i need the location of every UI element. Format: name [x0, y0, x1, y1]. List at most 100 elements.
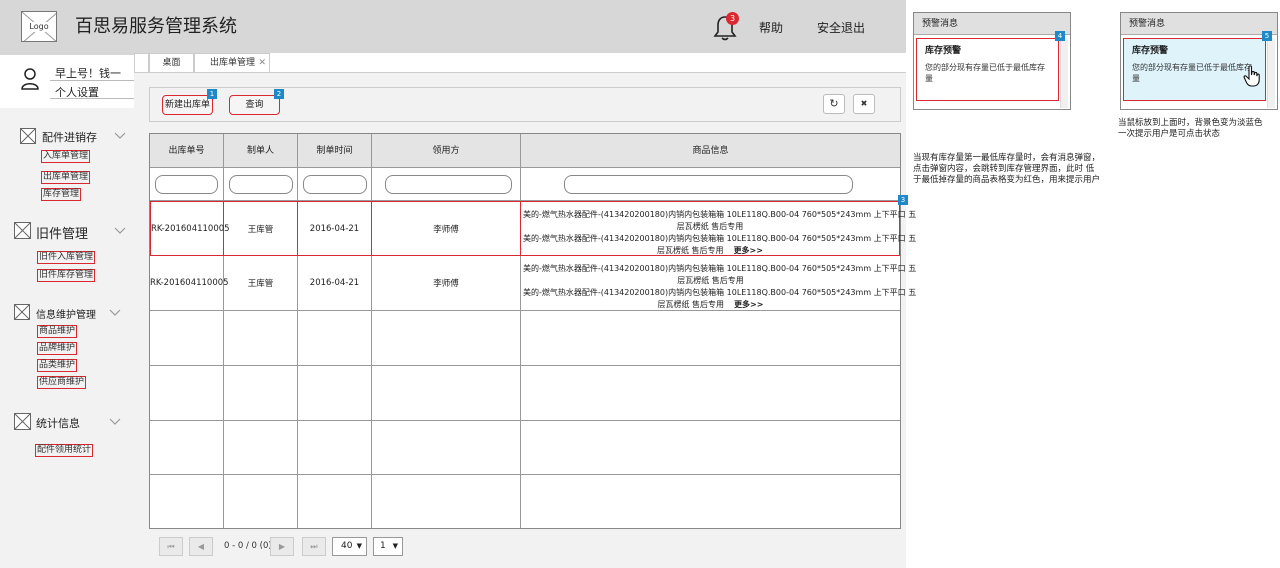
- filter-date-input[interactable]: [303, 175, 367, 194]
- popup-message-card[interactable]: 库存预警 您的部分现有存量已低于最低库存量: [916, 38, 1059, 101]
- user-greeting: 早上号！钱一: [55, 67, 121, 80]
- empty-cell: [150, 475, 224, 528]
- logout-link[interactable]: 安全退出: [817, 19, 865, 36]
- tab-outbound-orders[interactable]: 出库单管理 ✕: [194, 53, 270, 72]
- sidebar-item-inbound-orders[interactable]: 入库单管理: [41, 150, 91, 163]
- column-header-date[interactable]: 制单时间: [298, 134, 372, 168]
- sidebar-item-parts-usage-stats[interactable]: 配件领用统计: [35, 444, 94, 457]
- close-icon[interactable]: ✕: [258, 54, 266, 73]
- sidebar: 早上号！钱一 个人设置 配件进销存 入库单管理 出库单管理 库存管理 旧件管理 …: [0, 55, 134, 568]
- receiver: 李师傅: [433, 224, 459, 235]
- annotation-badge: 3: [898, 195, 908, 205]
- date: 2016-04-21: [309, 223, 360, 234]
- prev-page-button[interactable]: ◀: [189, 537, 213, 556]
- table-row[interactable]: RK-201604110005 王库管 2016-04-21 李师傅 美的-燃气…: [150, 195, 916, 256]
- filter-cell: [298, 168, 372, 201]
- product-info-line: 美的-燃气热水器配件-(413420200180)内销内包装箱箱 10LE118…: [523, 264, 917, 273]
- popup-scrollbar[interactable]: [1060, 38, 1068, 108]
- empty-cell: [372, 475, 521, 528]
- more-link[interactable]: 更多>>: [734, 300, 763, 309]
- hand-pointer-icon: [1243, 65, 1260, 87]
- filter-receiver-input[interactable]: [385, 175, 512, 194]
- popup-title: 库存预警: [1132, 46, 1169, 56]
- receiver: 李师傅: [433, 279, 459, 289]
- filter-product-info-input[interactable]: [564, 175, 853, 194]
- sidebar-item-suppliers[interactable]: 供应商维护: [37, 376, 87, 389]
- column-header-creator[interactable]: 制单人: [224, 134, 298, 168]
- more-link[interactable]: 更多>>: [734, 246, 763, 255]
- menu-group-info-maintenance[interactable]: 信息维护管理: [14, 304, 125, 324]
- sidebar-item-categories[interactable]: 品类维护: [37, 359, 78, 372]
- column-header-product-info[interactable]: 商品信息: [521, 134, 900, 168]
- notification-badge: 3: [726, 12, 739, 25]
- cell-product-info: 美的-燃气热水器配件-(413420200180)内销内包装箱箱 10LE118…: [521, 201, 916, 256]
- logo: Logo: [21, 11, 57, 42]
- filter-creator-input[interactable]: [229, 175, 293, 194]
- empty-cell: [372, 311, 521, 366]
- menu-placeholder-icon: [14, 413, 31, 430]
- sidebar-item-used-inbound[interactable]: 旧件入库管理: [37, 251, 96, 264]
- user-panel: 早上号！钱一 个人设置: [0, 55, 134, 108]
- filter-cell: [372, 168, 521, 201]
- empty-cell: [298, 311, 372, 366]
- note-line: 当鼠标放到上面时，背景色变为淡蓝色: [1118, 118, 1263, 128]
- menu-group-title: 信息维护管理: [36, 310, 96, 321]
- next-page-button[interactable]: ▶: [270, 537, 294, 556]
- product-info-line-text: 层瓦楞纸 售后专用: [657, 300, 725, 309]
- sidebar-item-used-stock[interactable]: 旧件库存管理: [37, 269, 96, 282]
- alert-note: 当现有库存量第一最低库存量时，会有消息弹窗， 点击弹窗内容，会跳转到库存管理界面…: [913, 153, 1100, 186]
- sidebar-item-products[interactable]: 商品维护: [37, 325, 78, 338]
- chevron-down-icon: [114, 227, 126, 234]
- page-size-select[interactable]: 40 ▼: [332, 537, 367, 556]
- outbound-orders-table: 出库单号 制单人 制单时间 领用方 商品信息 RK-201604110005 王…: [149, 133, 917, 529]
- filter-order-no-input[interactable]: [155, 175, 218, 194]
- menu-group-parts-inventory[interactable]: 配件进销存: [20, 127, 126, 147]
- last-page-button[interactable]: ⏭: [302, 537, 326, 556]
- table-row[interactable]: RK-201604110005 王库管 2016-04-21 李师傅 美的-燃气…: [150, 256, 917, 311]
- empty-cell: [224, 421, 298, 475]
- tab-desktop[interactable]: 桌面: [149, 53, 194, 72]
- query-button[interactable]: 查询: [229, 95, 280, 115]
- first-page-button[interactable]: ⏮: [159, 537, 183, 556]
- empty-cell: [521, 311, 900, 366]
- alert-popup-normal: 预警消息 库存预警 您的部分现有存量已低于最低库存量 4: [913, 12, 1071, 110]
- creator: 王库管: [247, 224, 274, 235]
- note-line: 于最低掉存量的商品表格变为红色，用来提示用户: [913, 175, 1101, 185]
- note-line: 点击弹窗内容，会跳转到库存管理界面，此时 低: [913, 164, 1095, 174]
- menu-group-used-parts[interactable]: 旧件管理: [14, 222, 126, 242]
- product-info-text: 美的-燃气热水器配件-(413420200180)内销内包装箱箱 10LE118…: [523, 263, 917, 311]
- help-link[interactable]: 帮助: [759, 19, 783, 36]
- table-row-empty: [150, 421, 900, 475]
- cell-product-info: 美的-燃气热水器配件-(413420200180)内销内包装箱箱 10LE118…: [521, 256, 917, 311]
- chevron-down-icon: [109, 309, 121, 316]
- sidebar-item-outbound-orders[interactable]: 出库单管理: [41, 171, 91, 184]
- menu-placeholder-icon: [14, 222, 31, 239]
- page-number-select[interactable]: 1 ▼: [373, 537, 403, 556]
- column-header-order-no[interactable]: 出库单号: [150, 134, 224, 168]
- note-line: 一次提示用户是可点击状态: [1118, 129, 1221, 139]
- empty-cell: [521, 475, 900, 528]
- cell-creator: 王库管: [224, 201, 298, 256]
- new-outbound-order-button[interactable]: 新建出库单: [162, 95, 213, 115]
- sidebar-item-stock[interactable]: 库存管理: [41, 188, 82, 201]
- toolbar: 新建出库单 1 查询 2 ↻ ✖: [149, 87, 901, 122]
- page-status: 0 - 0 / 0 (0): [224, 541, 272, 551]
- product-info-line: 美的-燃气热水器配件-(413420200180)内销内包装箱箱 10LE118…: [523, 288, 917, 297]
- chevron-down-icon: ▼: [356, 542, 362, 550]
- empty-cell: [224, 475, 298, 528]
- product-info-line: 层瓦楞纸 售后专用: [677, 276, 744, 285]
- product-info-line: 层瓦楞纸 售后专用: [676, 222, 744, 231]
- table-row-empty: [150, 366, 900, 421]
- close-icon[interactable]: ✖: [853, 94, 875, 114]
- annotation-badge: 5: [1262, 31, 1272, 41]
- note-line: 当现有库存量第一最低库存量时，会有消息弹窗，: [913, 153, 1101, 163]
- user-icon: [21, 68, 39, 90]
- sidebar-item-brands[interactable]: 品牌维护: [37, 342, 78, 355]
- menu-group-statistics[interactable]: 统计信息: [14, 413, 125, 433]
- popup-message: 您的部分现有存量已低于最低库存量: [1132, 63, 1252, 83]
- popup-scrollbar[interactable]: [1267, 38, 1275, 108]
- product-info-line: 层瓦楞纸 售后专用 更多>>: [523, 299, 898, 311]
- chevron-down-icon: [114, 132, 126, 139]
- refresh-icon[interactable]: ↻: [823, 94, 845, 114]
- column-header-receiver[interactable]: 领用方: [372, 134, 521, 168]
